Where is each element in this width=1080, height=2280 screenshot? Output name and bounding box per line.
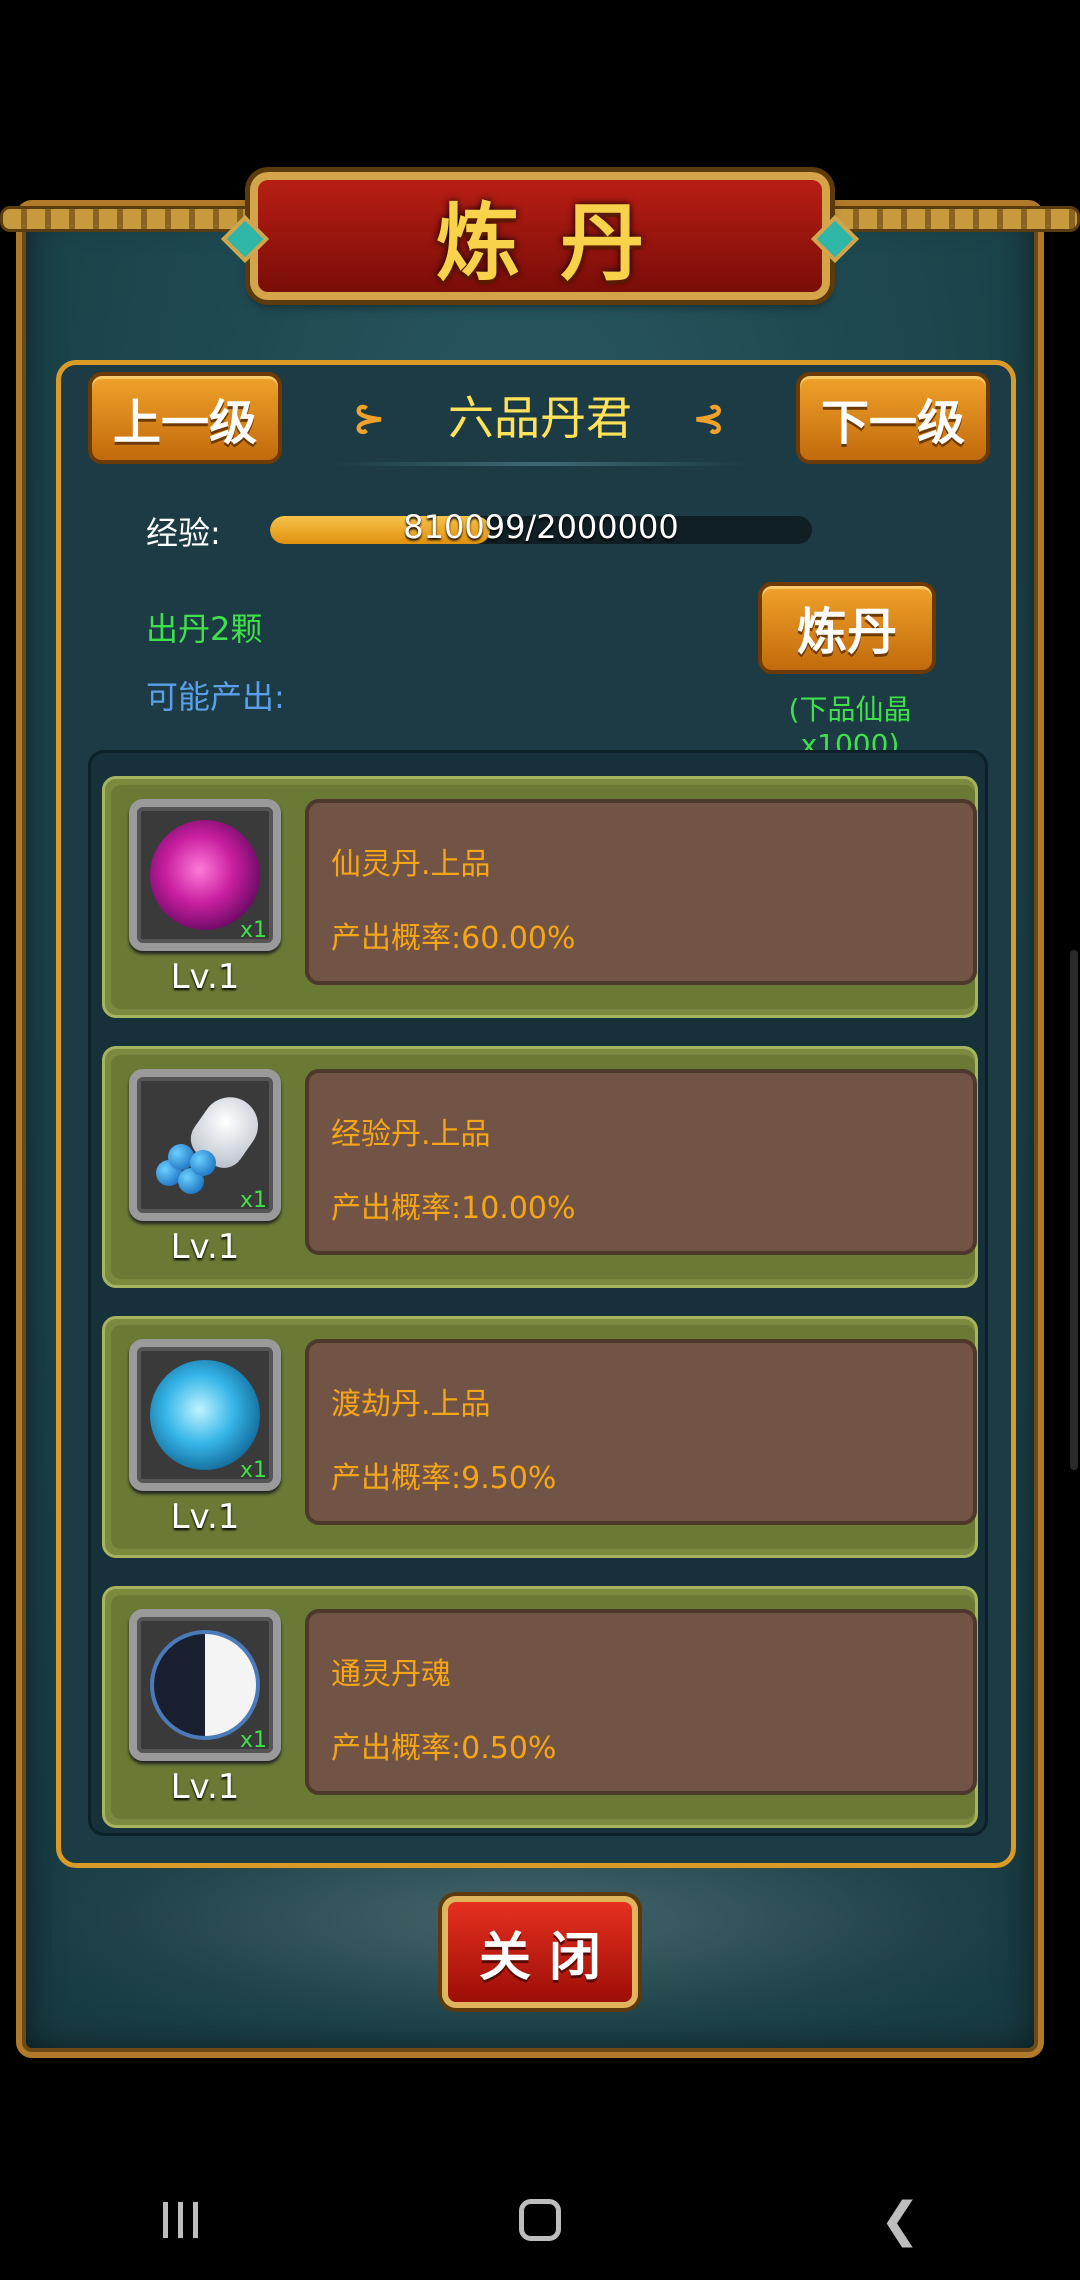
item-name: 渡劫丹.上品 [331,1387,491,1422]
item-icon-frame[interactable]: x1 [129,1609,281,1761]
item-description: 经验丹.上品 产出概率:10.00% [305,1069,977,1255]
item-name: 经验丹.上品 [331,1117,491,1152]
item-rate: 产出概率:9.50% [331,1461,557,1496]
exp-value: 810099/2000000 [403,508,679,546]
item-rate: 产出概率:60.00% [331,921,576,956]
pill-output-count: 出丹2颗 [146,610,263,648]
item-icon-frame[interactable]: x1 [129,1339,281,1491]
back-button[interactable]: ❮ [860,2180,940,2260]
item-description: 渡劫丹.上品 产出概率:9.50% [305,1339,977,1525]
item-level: Lv.1 [170,1227,240,1267]
item-rate: 产出概率:10.00% [331,1191,576,1226]
item-level: Lv.1 [170,1497,240,1537]
item-icon-frame[interactable]: x1 [129,799,281,951]
item-description: 通灵丹魂 产出概率:0.50% [305,1609,977,1795]
item-description: 仙灵丹.上品 产出概率:60.00% [305,799,977,985]
item-name: 仙灵丹.上品 [331,847,491,882]
title-plaque: 炼丹 [220,172,860,300]
item-icon-frame[interactable]: x1 [129,1069,281,1221]
home-button[interactable] [500,2180,580,2260]
item-rate: 产出概率:0.50% [331,1731,557,1766]
item-quantity: x1 [239,1188,267,1213]
item-level: Lv.1 [170,1767,240,1807]
android-nav-bar: ❮ [0,2160,1080,2280]
refine-button[interactable]: 炼丹 [758,582,936,674]
home-icon [519,2199,561,2241]
list-item: x1 Lv.1 仙灵丹.上品 产出概率:60.00% [102,776,978,1018]
recents-icon [162,2202,198,2238]
blue-orb-icon [150,1360,260,1470]
recents-button[interactable] [140,2180,220,2260]
item-level: Lv.1 [170,957,240,997]
list-item: x1 Lv.1 渡劫丹.上品 产出概率:9.50% [102,1316,978,1558]
close-button[interactable]: 关闭 [442,1896,638,2008]
item-quantity: x1 [239,918,267,943]
next-level-button[interactable]: 下一级 [796,372,990,464]
possible-output-label: 可能产出: [146,678,285,716]
vase-icon [150,1086,270,1200]
dialog-title: 炼丹 [435,193,684,292]
exp-label: 经验: [146,514,221,552]
rank-underline [330,462,750,466]
purple-orb-icon [150,820,260,930]
chevron-left-icon: ❮ [879,2192,921,2248]
screen-edge-handle [1070,950,1078,1470]
list-item: x1 Lv.1 通灵丹魂 产出概率:0.50% [102,1586,978,1828]
item-quantity: x1 [239,1458,267,1483]
previous-level-button[interactable]: 上一级 [88,372,282,464]
list-item: x1 Lv.1 经验丹.上品 产出概率:10.00% [102,1046,978,1288]
item-quantity: x1 [239,1728,267,1753]
item-name: 通灵丹魂 [331,1657,451,1692]
ornament-right-icon: ⊰ [692,396,726,442]
yin-yang-icon [150,1630,260,1740]
